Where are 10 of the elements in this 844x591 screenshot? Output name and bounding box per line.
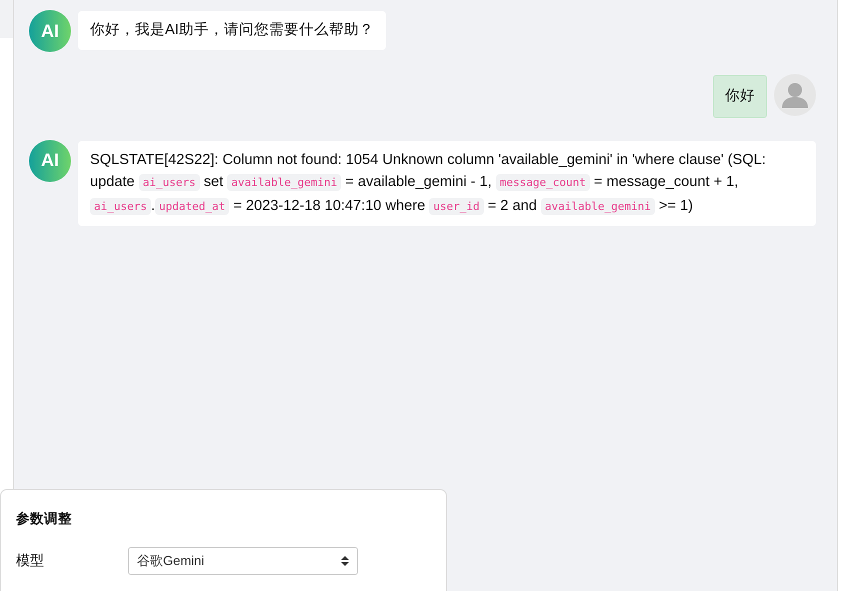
user-avatar-icon [774,74,816,116]
message-bubble: 你好，我是AI助手，请问您需要什么帮助？ [78,11,386,50]
message-bubble: 你好 [713,75,767,118]
panel-title: 参数调整 [16,510,73,528]
avatar: AI [29,140,71,182]
field-label: 模型 [16,552,45,570]
message-bubble: SQLSTATE[42S22]: Column not found: 1054 Unknown column 'available_gemini' in 'where clause' (SQL: update ai_users set available_gemini = available_gemini - 1, message_count = message_count + 1, ai_users . updated_at = 2023-12-18 10:47:10 where user_id = 2 and available_gemini >= 1) [78,140,816,226]
model-select[interactable]: 谷歌Gemini [128,547,358,575]
avatar: AI [29,10,71,52]
sort-caret-icon [341,555,349,567]
